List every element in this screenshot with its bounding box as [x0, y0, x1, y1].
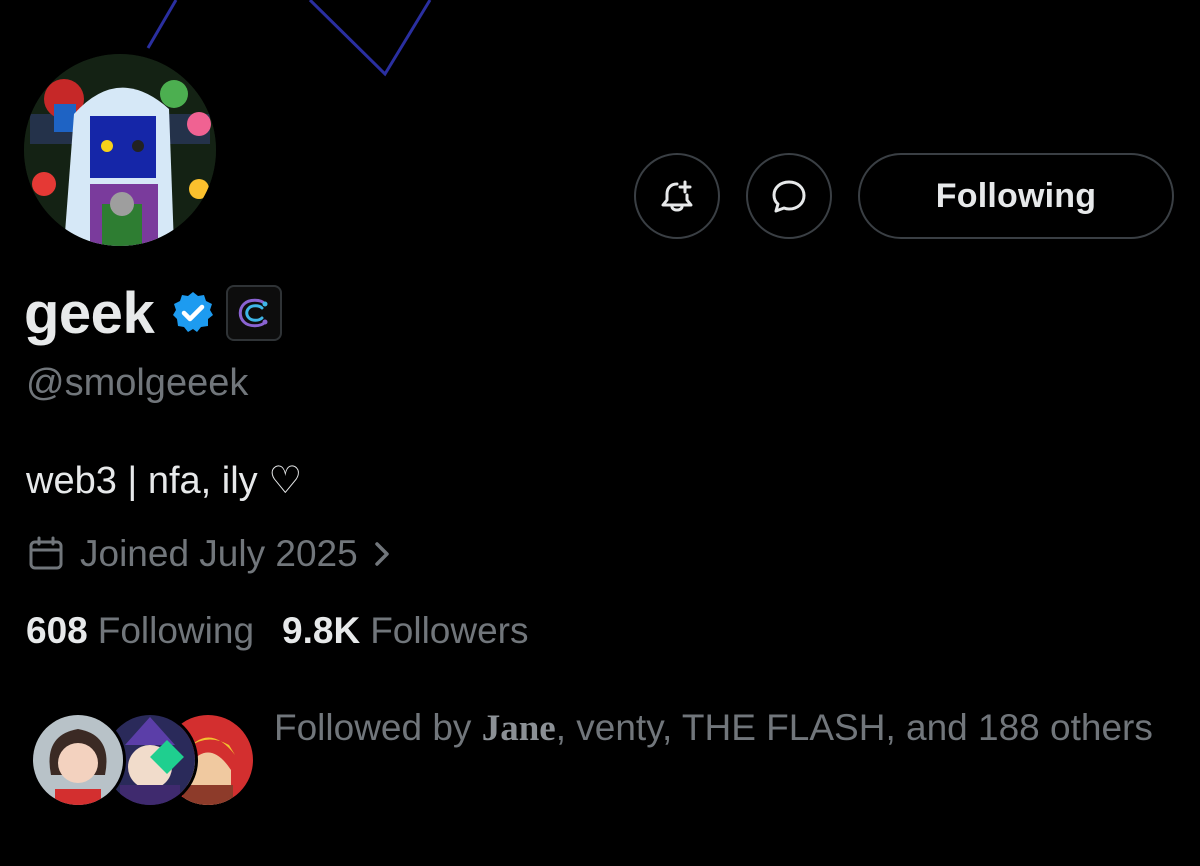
- bio: web3 | nfa, ily ♡: [26, 460, 303, 502]
- profile-avatar[interactable]: [24, 54, 216, 246]
- followed-by-sep-1: ,: [555, 707, 577, 748]
- followers-label: Followers: [370, 610, 529, 651]
- chevron-right-icon: [372, 539, 392, 569]
- followed-by-others: , and 188 others: [885, 707, 1153, 748]
- following-stat[interactable]: 608 Following: [26, 610, 254, 652]
- notifications-button[interactable]: [634, 153, 720, 239]
- following-count: 608: [26, 610, 88, 651]
- display-name: geek: [24, 280, 155, 346]
- follower-name-1: Jane: [481, 708, 556, 749]
- name-row: geek: [24, 278, 283, 348]
- followers-stat[interactable]: 9.8K Followers: [282, 610, 528, 652]
- bell-plus-icon: [657, 176, 697, 216]
- message-button[interactable]: [746, 153, 832, 239]
- follower-name-2: venty: [576, 707, 662, 748]
- joined-date[interactable]: Joined July 2025: [26, 530, 392, 578]
- followed-by-text[interactable]: Followed by Jane, venty, THE FLASH, and …: [274, 694, 1154, 763]
- verified-badge-icon[interactable]: [170, 290, 216, 336]
- affiliation-badge-icon[interactable]: [226, 285, 283, 341]
- following-label: Following: [97, 610, 255, 651]
- chat-bubble-icon: [768, 175, 810, 217]
- followed-by-prefix: Followed by: [274, 707, 482, 748]
- follower-name-3: THE FLASH: [681, 707, 886, 748]
- follower-avatar-3: [30, 712, 126, 808]
- following-button[interactable]: Following: [858, 153, 1174, 239]
- calendar-icon: [26, 534, 66, 574]
- handle: @smolgeeek: [26, 362, 249, 404]
- joined-label: Joined July 2025: [80, 533, 358, 574]
- followed-by-sep-2: ,: [661, 707, 682, 748]
- follow-stats: 608 Following 9.8K Followers: [26, 610, 529, 652]
- followers-count: 9.8K: [282, 610, 361, 651]
- followed-by-avatars[interactable]: [30, 712, 256, 808]
